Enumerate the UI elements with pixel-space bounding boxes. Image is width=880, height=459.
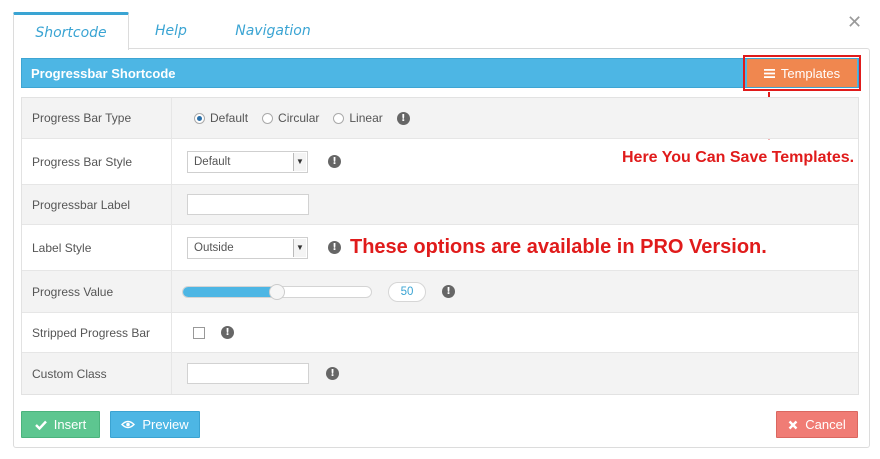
radio-dot <box>194 112 205 124</box>
field-label: Progress Value <box>22 271 172 312</box>
check-icon <box>34 420 47 430</box>
label-input[interactable] <box>187 194 309 215</box>
radio-circular[interactable]: Circular <box>262 111 319 125</box>
eye-icon <box>121 420 136 429</box>
tab-label: Help <box>155 23 187 39</box>
custom-class-input[interactable] <box>187 363 309 384</box>
row-progress-value: Progress Value 50 ! <box>22 271 858 313</box>
preview-button[interactable]: Preview <box>110 411 200 438</box>
row-custom-class: Custom Class ! <box>22 353 858 394</box>
field-label: Progress Bar Type <box>22 98 172 138</box>
tab-label: Shortcode <box>35 24 107 41</box>
info-icon[interactable]: ! <box>328 241 341 254</box>
info-icon[interactable]: ! <box>442 285 455 298</box>
chevron-down-icon: ▼ <box>293 152 306 171</box>
slider-fill <box>183 286 277 297</box>
radio-label: Linear <box>349 111 383 125</box>
tab-shortcode[interactable]: Shortcode <box>13 12 129 50</box>
style-select[interactable]: Default ▼ <box>187 150 308 173</box>
insert-button[interactable]: Insert <box>21 411 100 438</box>
label-style-select[interactable]: Outside ▼ <box>187 236 308 259</box>
radio-dot <box>262 112 274 124</box>
progress-value-display: 50 <box>388 281 426 302</box>
select-value: Outside <box>194 241 234 254</box>
field-label: Stripped Progress Bar <box>22 313 172 352</box>
progress-value-slider[interactable] <box>182 283 372 300</box>
chevron-down-icon: ▼ <box>293 238 306 257</box>
select-value: Default <box>194 155 231 168</box>
info-icon[interactable]: ! <box>328 155 341 168</box>
row-progressbar-label: Progressbar Label <box>22 185 858 225</box>
striped-checkbox[interactable] <box>193 326 205 339</box>
insert-label: Insert <box>53 417 87 432</box>
row-progress-bar-style: Progress Bar Style Default ▼ ! <box>22 139 858 185</box>
radio-linear[interactable]: Linear <box>333 111 383 125</box>
preview-label: Preview <box>142 417 189 432</box>
cross-icon <box>788 420 798 429</box>
close-icon[interactable]: ✕ <box>847 12 862 33</box>
info-icon[interactable]: ! <box>326 367 339 380</box>
radio-dot <box>333 112 345 124</box>
field-label: Progress Bar Style <box>22 139 172 184</box>
slider-handle[interactable] <box>269 283 285 300</box>
radio-label: Default <box>210 111 249 125</box>
radio-default[interactable]: Default <box>194 111 248 125</box>
info-icon[interactable]: ! <box>221 326 234 339</box>
field-label: Progressbar Label <box>22 185 172 224</box>
tab-help[interactable]: Help <box>135 12 207 50</box>
radio-label: Circular <box>278 111 320 125</box>
row-striped: Stripped Progress Bar ! <box>22 313 858 353</box>
info-icon[interactable]: ! <box>396 111 410 125</box>
cancel-label: Cancel <box>805 417 846 432</box>
field-label: Label Style <box>22 225 172 270</box>
row-progress-bar-type: Progress Bar Type Default Circular Linea… <box>22 98 858 139</box>
tab-navigation[interactable]: Navigation <box>222 12 324 50</box>
annotation-highlight-box <box>743 55 861 91</box>
section-header: Progressbar Shortcode <box>21 58 859 88</box>
tab-label: Navigation <box>235 23 311 39</box>
section-title: Progressbar Shortcode <box>31 66 176 81</box>
cancel-button[interactable]: Cancel <box>776 411 858 438</box>
pro-version-annotation: These options are available in PRO Versi… <box>350 236 767 258</box>
field-label: Custom Class <box>22 353 172 394</box>
